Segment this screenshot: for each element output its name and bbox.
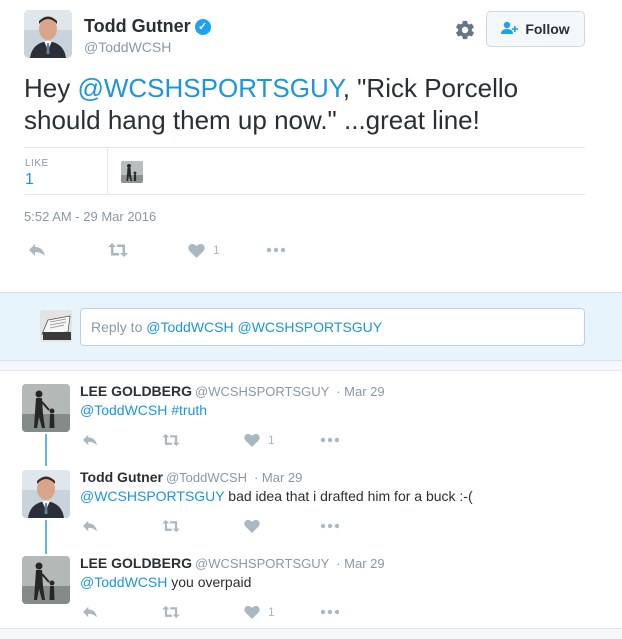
more-action[interactable] xyxy=(320,516,340,536)
bottom-divider xyxy=(0,628,622,639)
author-avatar[interactable] xyxy=(24,10,72,58)
reply-mention-link[interactable]: @WCSHSPORTSGUY xyxy=(80,488,224,504)
tweet-text: Hey @WCSHSPORTSGUY, "Rick Porcello shoul… xyxy=(24,72,584,136)
like-action-count: 1 xyxy=(268,605,275,619)
tweet-timestamp[interactable]: 5:52 AM - 29 Mar 2016 xyxy=(24,209,156,224)
more-icon xyxy=(320,523,340,529)
reply-author[interactable]: LEE GOLDBERG @WCSHSPORTSGUY · Mar 29 xyxy=(80,555,385,571)
author-handle[interactable]: @ToddWCSH xyxy=(84,39,171,55)
like-action[interactable]: 1 xyxy=(188,240,220,260)
section-divider xyxy=(0,361,622,371)
like-action-count: 1 xyxy=(213,243,220,257)
main-tweet: Todd Gutner ✓ @ToddWCSH Follow Hey @WCSHS… xyxy=(0,0,622,292)
reply-action[interactable] xyxy=(28,240,46,260)
reply-body: you overpaid xyxy=(167,574,252,590)
reply-author-name[interactable]: LEE GOLDBERG xyxy=(80,383,192,399)
reply-hashtag-link[interactable]: #truth xyxy=(167,402,207,418)
viewer-avatar xyxy=(40,310,72,342)
retweet-action[interactable] xyxy=(108,240,128,260)
reply-action[interactable] xyxy=(82,430,98,450)
tweet-actions: 1 xyxy=(24,240,324,262)
reply-icon xyxy=(83,520,97,532)
retweet-action[interactable] xyxy=(162,516,180,536)
heart-icon xyxy=(188,243,205,258)
tweet-stats: LIKE 1 xyxy=(24,147,585,195)
heart-icon xyxy=(244,433,260,447)
heart-icon xyxy=(244,605,260,619)
reply-avatar[interactable] xyxy=(22,556,70,604)
like-stat-label[interactable]: LIKE xyxy=(25,158,49,169)
retweet-action[interactable] xyxy=(162,602,180,622)
reply-actions: 1 xyxy=(80,602,380,624)
like-action-count: 1 xyxy=(268,433,275,447)
gear-icon[interactable] xyxy=(454,19,476,41)
reply-icon xyxy=(83,434,97,446)
reply-actions xyxy=(80,516,380,538)
reply-item: LEE GOLDBERG @WCSHSPORTSGUY · Mar 29 @Tod… xyxy=(0,372,622,462)
tweet-mention-link[interactable]: @WCSHSPORTSGUY xyxy=(77,73,342,103)
add-user-icon xyxy=(501,21,519,38)
reply-mention-link[interactable]: @ToddWCSH xyxy=(80,574,167,590)
reply-icon xyxy=(29,244,45,256)
stats-divider xyxy=(107,148,108,194)
reply-placeholder-prefix: Reply to xyxy=(91,319,147,335)
like-stat-count[interactable]: 1 xyxy=(25,171,34,189)
more-action[interactable] xyxy=(266,240,286,260)
reply-body: bad idea that i drafted him for a buck :… xyxy=(224,488,473,504)
reply-text: @WCSHSPORTSGUY bad idea that i drafted h… xyxy=(80,488,473,504)
reply-item: LEE GOLDBERG @WCSHSPORTSGUY · Mar 29 @Tod… xyxy=(0,544,622,628)
reply-actions: 1 xyxy=(80,430,380,452)
verified-badge-icon: ✓ xyxy=(194,19,211,35)
reply-date[interactable]: · Mar 29 xyxy=(336,556,384,571)
reply-text: @ToddWCSH #truth xyxy=(80,402,207,418)
reply-date[interactable]: · Mar 29 xyxy=(336,384,384,399)
reply-author-handle[interactable]: @ToddWCSH xyxy=(166,470,247,485)
reply-action[interactable] xyxy=(82,602,98,622)
retweet-action[interactable] xyxy=(162,430,180,450)
reply-mention-link[interactable]: @ToddWCSH xyxy=(80,402,167,418)
retweet-icon xyxy=(162,433,180,447)
liker-avatar[interactable] xyxy=(121,161,143,183)
heart-icon xyxy=(244,519,260,533)
more-icon xyxy=(320,609,340,615)
tweet-text-prefix: Hey xyxy=(24,73,78,103)
more-action[interactable] xyxy=(320,430,340,450)
retweet-icon xyxy=(162,519,180,533)
follow-button[interactable]: Follow xyxy=(486,11,585,47)
reply-date[interactable]: · Mar 29 xyxy=(254,470,302,485)
like-action[interactable]: 1 xyxy=(244,430,275,450)
like-action[interactable] xyxy=(244,516,268,536)
author-name-text[interactable]: Todd Gutner xyxy=(84,16,191,36)
more-icon xyxy=(320,437,340,443)
reply-action[interactable] xyxy=(82,516,98,536)
reply-item: Todd Gutner @ToddWCSH · Mar 29 @WCSHSPORT… xyxy=(0,458,622,548)
reply-placeholder-mentions: @ToddWCSH @WCSHSPORTSGUY xyxy=(146,319,383,335)
reply-avatar[interactable] xyxy=(22,384,70,432)
retweet-icon xyxy=(162,605,180,619)
follow-label: Follow xyxy=(525,21,570,37)
like-action[interactable]: 1 xyxy=(244,602,275,622)
reply-input[interactable]: Reply to @ToddWCSH @WCSHSPORTSGUY xyxy=(80,308,585,346)
reply-author[interactable]: LEE GOLDBERG @WCSHSPORTSGUY · Mar 29 xyxy=(80,383,385,399)
reply-author[interactable]: Todd Gutner @ToddWCSH · Mar 29 xyxy=(80,469,302,485)
reply-compose-bar: Reply to @ToddWCSH @WCSHSPORTSGUY xyxy=(0,292,622,361)
reply-author-handle[interactable]: @WCSHSPORTSGUY xyxy=(195,384,329,399)
reply-avatar[interactable] xyxy=(22,470,70,518)
reply-author-handle[interactable]: @WCSHSPORTSGUY xyxy=(195,556,329,571)
reply-author-name[interactable]: LEE GOLDBERG xyxy=(80,555,192,571)
reply-icon xyxy=(83,606,97,618)
reply-text: @ToddWCSH you overpaid xyxy=(80,574,251,590)
author-name[interactable]: Todd Gutner ✓ xyxy=(84,16,211,37)
reply-author-name[interactable]: Todd Gutner xyxy=(80,469,163,485)
retweet-icon xyxy=(108,243,128,257)
more-action[interactable] xyxy=(320,602,340,622)
more-icon xyxy=(266,247,286,253)
